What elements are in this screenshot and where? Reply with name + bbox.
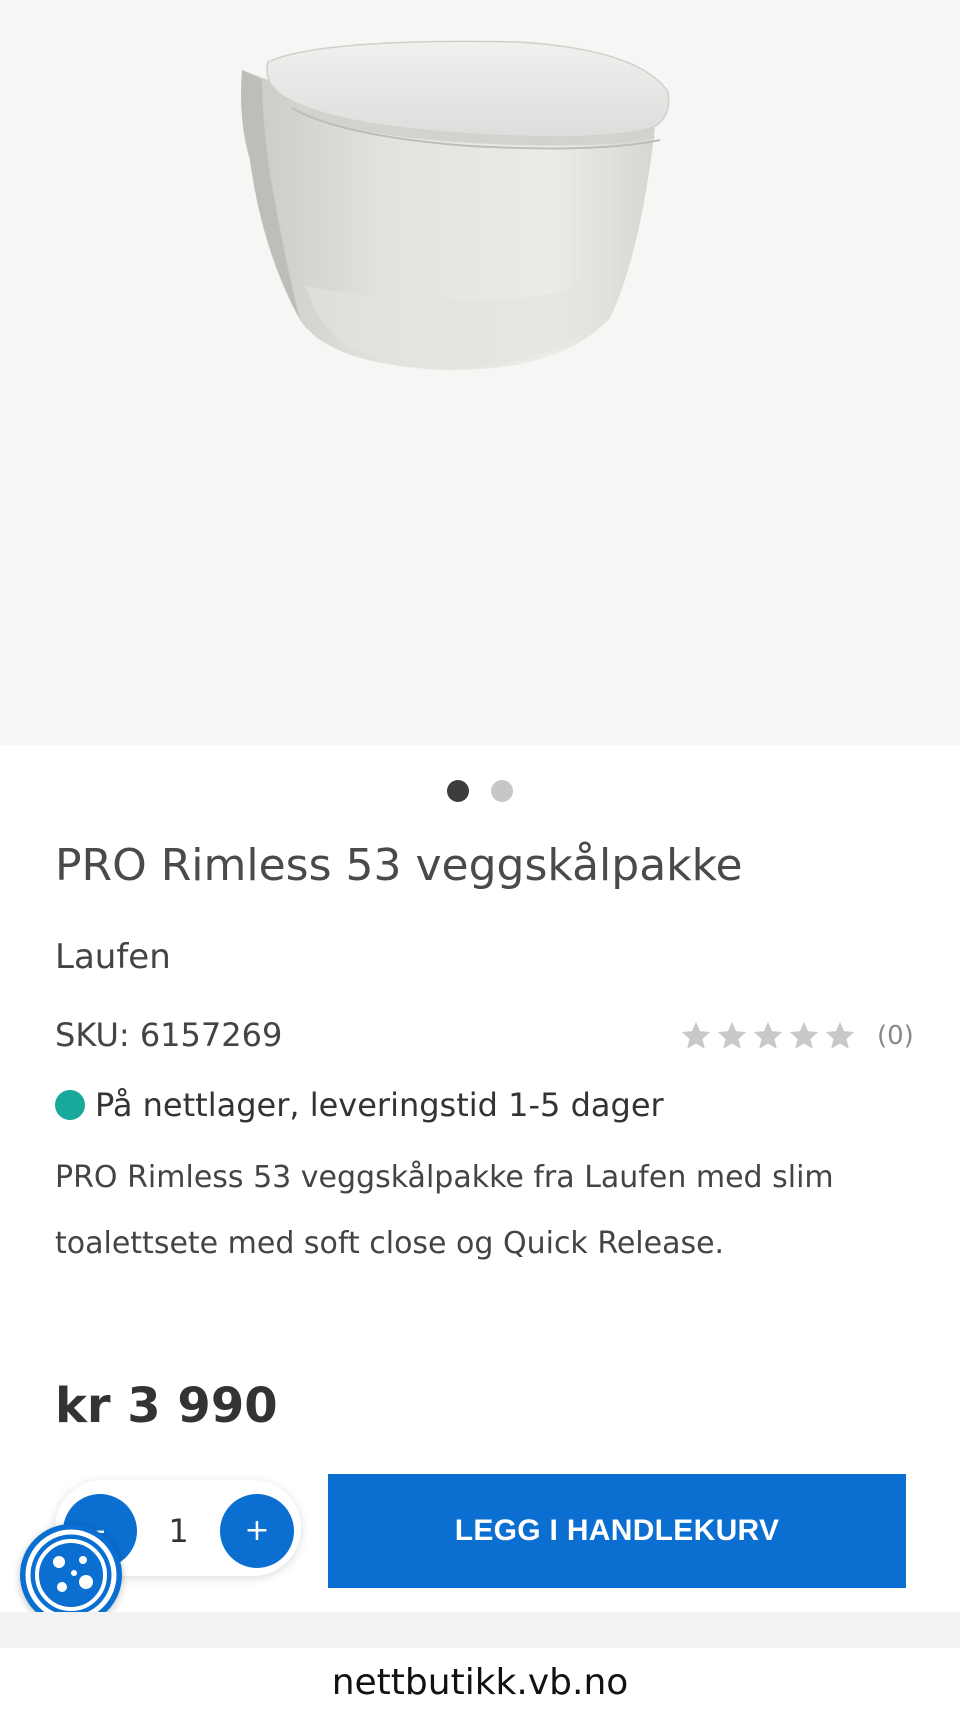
product-image-toilet (241, 40, 670, 371)
star-icon (789, 1021, 819, 1049)
cookie-settings-button[interactable] (20, 1524, 122, 1626)
product-sku: SKU: 6157269 (55, 1016, 283, 1054)
gallery-pagination (0, 780, 960, 804)
product-image-gallery[interactable] (0, 0, 960, 745)
star-icon (681, 1021, 711, 1049)
product-price: kr 3 990 (55, 1378, 278, 1434)
product-brand[interactable]: Laufen (55, 937, 171, 977)
stock-status-dot-icon (55, 1090, 85, 1120)
quantity-value[interactable]: 1 (137, 1494, 220, 1568)
stock-status-text: På nettlager, leveringstid 1-5 dager (95, 1086, 664, 1124)
product-title: PRO Rimless 53 veggskålpakke (55, 840, 743, 891)
star-icon (753, 1021, 783, 1049)
gallery-dot-2[interactable] (491, 780, 513, 802)
browser-url-bar[interactable]: nettbutikk.vb.no (0, 1648, 960, 1718)
gallery-dot-1[interactable] (447, 780, 469, 802)
quantity-increase-button[interactable]: + (220, 1494, 294, 1568)
product-description: PRO Rimless 53 veggskålpakke fra Laufen … (55, 1160, 834, 1261)
stock-status: På nettlager, leveringstid 1-5 dager (55, 1086, 664, 1124)
star-icon (717, 1021, 747, 1049)
add-to-cart-button[interactable]: LEGG I HANDLEKURV (328, 1474, 906, 1588)
cookie-icon (25, 1529, 117, 1621)
product-rating[interactable]: (0) (679, 1016, 914, 1056)
page-bottom-strip (0, 1612, 960, 1649)
rating-count: (0) (877, 1021, 914, 1051)
star-icon (825, 1021, 855, 1049)
